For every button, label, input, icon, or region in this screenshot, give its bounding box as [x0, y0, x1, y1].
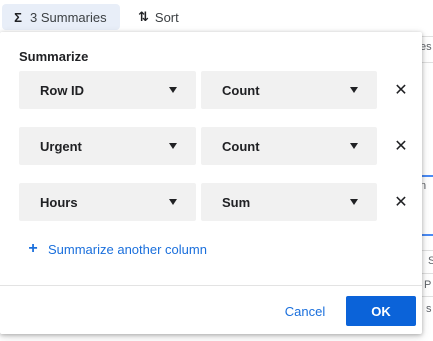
cancel-button[interactable]: Cancel: [271, 296, 339, 326]
sigma-icon: Σ: [14, 9, 22, 25]
function-select-value: Count: [222, 138, 260, 154]
column-select-value: Urgent: [40, 138, 82, 154]
caret-down-icon: [169, 199, 177, 205]
add-summary-label: Summarize another column: [48, 241, 207, 257]
table-cell-fragment: S: [428, 255, 433, 269]
remove-row-button[interactable]: ✕: [391, 136, 411, 156]
remove-row-button[interactable]: ✕: [391, 80, 411, 100]
column-select-value: Hours: [40, 194, 78, 210]
footer-divider: [0, 285, 422, 286]
caret-down-icon: [350, 143, 358, 149]
caret-down-icon: [169, 143, 177, 149]
column-select[interactable]: Urgent: [19, 127, 196, 165]
summaries-label: 3 Summaries: [30, 9, 107, 25]
close-icon: ✕: [394, 82, 408, 99]
sort-label: Sort: [154, 9, 179, 25]
screen: Σ 3 Summaries ⇅ Sort es n S P s Summariz…: [0, 0, 433, 341]
summary-row: Hours Sum ✕: [19, 183, 414, 221]
add-summary-link[interactable]: + Summarize another column: [28, 240, 207, 258]
function-select[interactable]: Count: [201, 127, 377, 165]
column-select[interactable]: Hours: [19, 183, 196, 221]
function-select[interactable]: Sum: [201, 183, 377, 221]
caret-down-icon: [169, 87, 177, 93]
summary-row: Row ID Count ✕: [19, 71, 414, 109]
caret-down-icon: [350, 199, 358, 205]
summarize-panel: Summarize Row ID Count ✕ Urgent Count ✕ …: [0, 32, 422, 334]
toolbar: Σ 3 Summaries ⇅ Sort: [0, 0, 433, 34]
sort-icon: ⇅: [138, 9, 149, 24]
function-select-value: Sum: [222, 194, 251, 210]
plus-icon: +: [28, 240, 38, 257]
column-select-value: Row ID: [40, 82, 85, 98]
summaries-button[interactable]: Σ 3 Summaries: [2, 4, 120, 30]
table-cell-fragment: P: [424, 279, 433, 293]
sort-button[interactable]: ⇅ Sort: [128, 4, 188, 30]
summary-row: Urgent Count ✕: [19, 127, 414, 165]
table-cell-fragment: s: [426, 303, 433, 317]
panel-title: Summarize: [19, 49, 89, 64]
function-select-value: Count: [222, 82, 260, 98]
ok-button[interactable]: OK: [346, 296, 416, 326]
caret-down-icon: [350, 87, 358, 93]
column-select[interactable]: Row ID: [19, 71, 196, 109]
remove-row-button[interactable]: ✕: [391, 192, 411, 212]
close-icon: ✕: [394, 194, 408, 211]
close-icon: ✕: [394, 138, 408, 155]
function-select[interactable]: Count: [201, 71, 377, 109]
